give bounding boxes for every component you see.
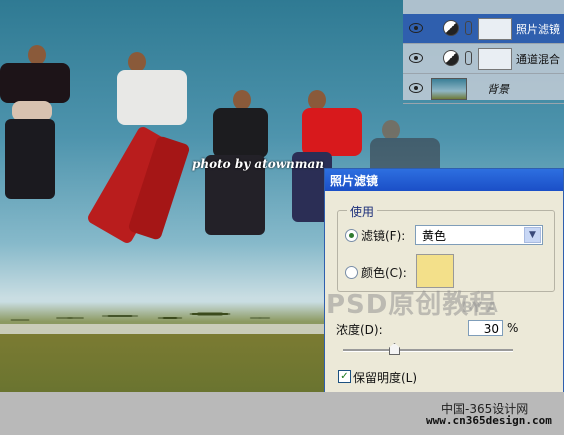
filter-radio[interactable] <box>345 229 358 242</box>
layer-row-background[interactable]: 背景 <box>403 74 564 104</box>
filter-select-value: 黄色 <box>422 229 447 243</box>
density-slider-thumb[interactable] <box>389 343 400 355</box>
photo-watermark: photo by atownman <box>192 157 324 171</box>
layer-mask-thumbnail[interactable] <box>478 48 512 70</box>
color-swatch[interactable] <box>416 254 454 288</box>
layer-thumbnail[interactable] <box>431 78 467 100</box>
dialog-titlebar[interactable]: 照片滤镜 <box>325 169 563 191</box>
density-input[interactable]: 30 <box>468 320 503 336</box>
link-icon[interactable] <box>465 21 472 35</box>
layer-name: 通道混合 <box>516 53 560 66</box>
preserve-luminosity-label: 保留明度(L) <box>353 371 418 385</box>
density-slider-track[interactable] <box>343 349 513 352</box>
adjustment-layer-icon <box>443 50 459 66</box>
filter-label: 滤镜(F): <box>361 229 406 243</box>
layer-row-channel-mixer[interactable]: 通道混合 <box>403 44 564 74</box>
layers-panel: 照片滤镜 通道混合 背景 <box>403 0 564 104</box>
by-watermark: BY A <box>462 300 498 316</box>
layer-name: 照片滤镜 <box>516 23 560 36</box>
filter-select[interactable]: 黄色 ▼ <box>415 225 543 245</box>
layer-row-photo-filter[interactable]: 照片滤镜 <box>403 14 564 44</box>
layer-name: 背景 <box>487 83 509 96</box>
color-radio[interactable] <box>345 266 358 279</box>
eye-icon[interactable] <box>409 53 423 63</box>
layer-mask-thumbnail[interactable] <box>478 18 512 40</box>
link-icon[interactable] <box>465 51 472 65</box>
eye-icon[interactable] <box>409 83 423 93</box>
density-label: 浓度(D): <box>336 323 383 337</box>
color-label: 颜色(C): <box>361 266 407 280</box>
photo-filter-dialog: 照片滤镜 使用 滤镜(F): 黄色 ▼ 颜色(C): 浓度(D): 30 % ✓… <box>324 168 564 396</box>
eye-icon[interactable] <box>409 23 423 33</box>
dialog-title: 照片滤镜 <box>330 174 379 188</box>
preserve-luminosity-checkbox[interactable]: ✓ <box>338 370 351 383</box>
use-group-label: 使用 <box>347 203 378 220</box>
density-unit: % <box>507 321 519 335</box>
site-url: www.cn365design.com <box>426 414 552 427</box>
adjustment-layer-icon <box>443 20 459 36</box>
chevron-down-icon[interactable]: ▼ <box>524 227 541 243</box>
